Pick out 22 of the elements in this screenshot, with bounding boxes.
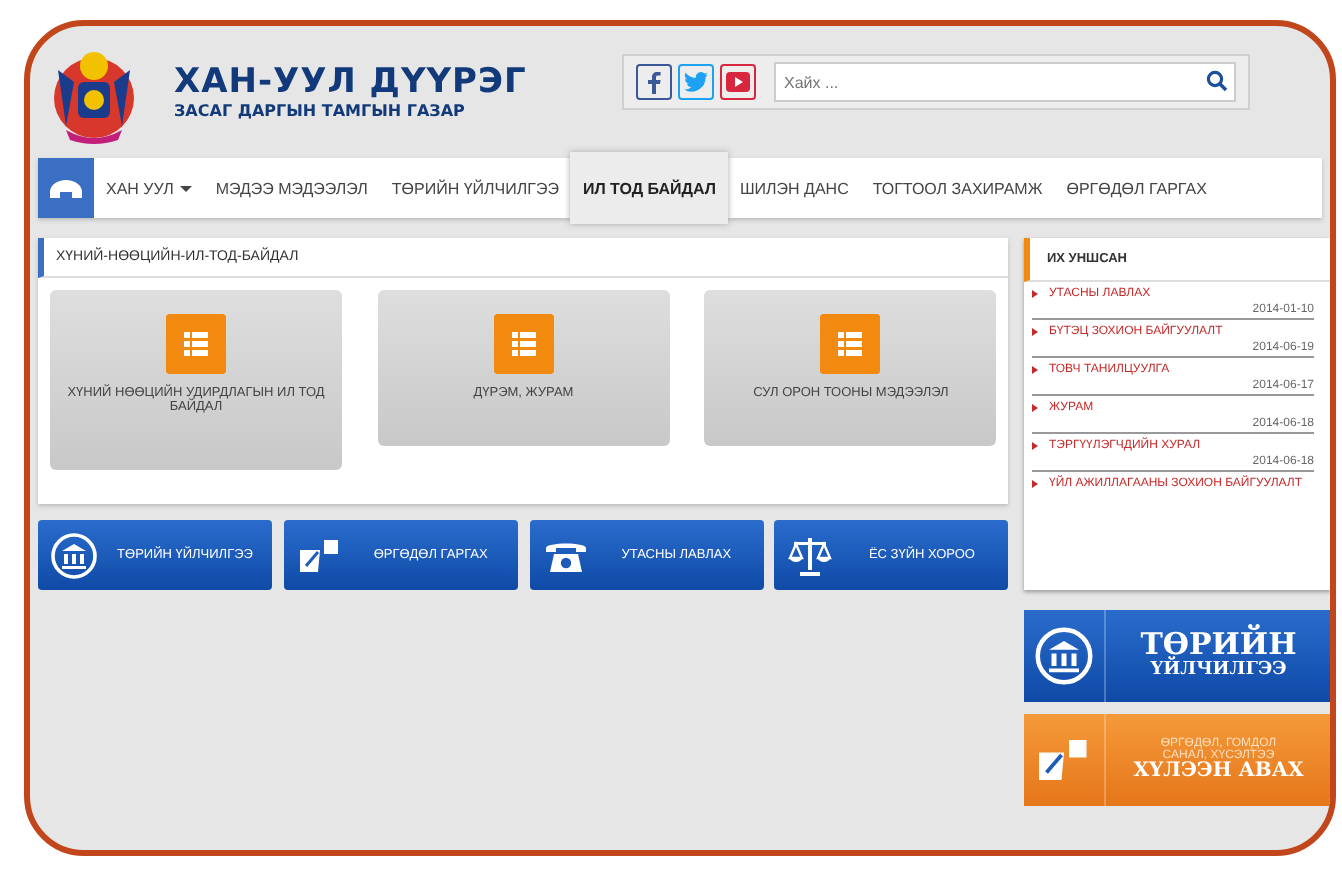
nav-dropdown[interactable]: ХАН УУЛ <box>94 158 204 218</box>
video-play-icon[interactable] <box>720 64 756 100</box>
home-button[interactable] <box>38 158 94 218</box>
site-title: ХАН-УУЛ ДҮҮРЭГ <box>174 62 527 102</box>
search-field[interactable]: Хайх ... <box>774 62 1236 102</box>
caret-icon <box>179 185 192 197</box>
nav-tab[interactable]: ӨРГӨДӨЛ ГАРГАХ <box>1054 158 1219 218</box>
nav-tab[interactable]: ТОГТООЛ ЗАХИРАМЖ <box>860 158 1055 218</box>
search-icon[interactable] <box>1206 70 1228 92</box>
nav-tab[interactable]: ТӨРИЙН ҮЙЛЧИЛГЭЭ <box>379 158 571 218</box>
bank-building-icon <box>50 531 98 579</box>
site-subtitle: ЗАСАГ ДАРГЫН ТАМГЫН ГАЗАР <box>174 102 467 120</box>
list-icon <box>166 314 226 374</box>
bank-building-icon <box>1034 626 1095 686</box>
nav-tab[interactable]: ИЛ ТОД БАЙДАЛ <box>570 152 728 224</box>
list-icon <box>820 314 881 374</box>
home-icon <box>50 178 82 198</box>
nav-tab[interactable]: ШИЛЭН ДАНС <box>727 158 861 218</box>
list-icon <box>493 314 554 374</box>
nav-tab[interactable]: МЭДЭЭ МЭДЭЭЛЭЛ <box>203 158 380 218</box>
banner-link[interactable]: ТӨРИЙН ҮЙЛЧИЛГЭЭ <box>1024 610 1330 702</box>
facebook-icon[interactable] <box>636 64 672 100</box>
